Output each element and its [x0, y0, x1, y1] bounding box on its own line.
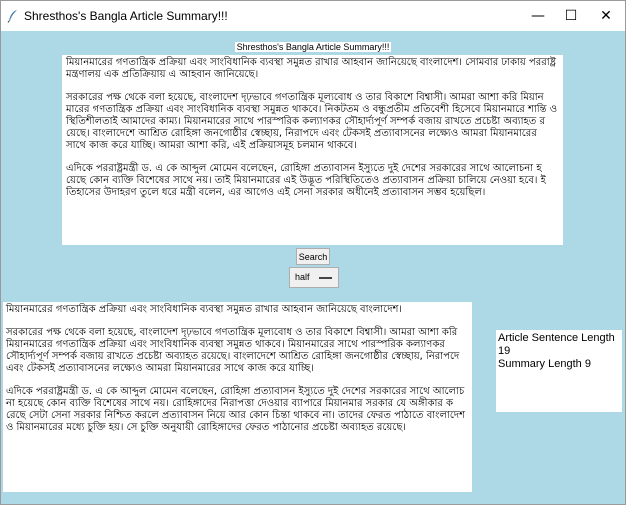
article-length-label: Article Sentence Length: [498, 332, 615, 344]
summary-mode-value: half: [295, 272, 310, 282]
article-paragraph: মিয়ানমারের গণতান্ত্রিক প্রক্রিয়া এবং স…: [66, 57, 560, 80]
summary-paragraph: মিয়ানমারের গণতান্ত্রিক প্রক্রিয়া এবং স…: [6, 304, 402, 315]
summary-paragraph: এদিকে পররাষ্ট্রমন্ত্রী ড. এ কে আব্দুল মো…: [6, 386, 469, 433]
window-title: Shresthos's Bangla Article Summary!!!: [24, 9, 228, 23]
stats-panel: Article Sentence Length 19 Summary Lengt…: [496, 330, 622, 412]
summary-length-line: Summary Length 9: [498, 358, 591, 370]
app-header-label: Shresthos's Bangla Article Summary!!!: [1, 42, 625, 52]
article-length-value: 19: [498, 345, 511, 357]
summary-output-textarea[interactable]: মিয়ানমারের গণতান্ত্রিক প্রক্রিয়া এবং স…: [3, 302, 472, 492]
title-bar[interactable]: Shresthos's Bangla Article Summary!!! — …: [1, 1, 625, 31]
summary-mode-select[interactable]: half: [289, 267, 339, 288]
close-button[interactable]: ✕: [584, 1, 628, 31]
summary-paragraph: সরকারের পক্ষ থেকে বলা হয়েছে, বাংলাদেশ দ…: [6, 327, 463, 374]
search-button[interactable]: Search: [296, 248, 330, 265]
feather-icon: [7, 10, 17, 23]
option-menu-indicator-icon: [319, 277, 332, 279]
header-label-text: Shresthos's Bangla Article Summary!!!: [234, 42, 392, 52]
app-window: Shresthos's Bangla Article Summary!!! — …: [0, 0, 626, 505]
article-paragraph: সরকারের পক্ষ থেকে বলা হয়েছে, বাংলাদেশ দ…: [66, 92, 561, 151]
article-input-textarea[interactable]: মিয়ানমারের গণতান্ত্রিক প্রক্রিয়া এবং স…: [62, 55, 563, 245]
article-paragraph: এদিকে পররাষ্ট্রমন্ত্রী ড. এ কে আব্দুল মো…: [66, 163, 546, 198]
